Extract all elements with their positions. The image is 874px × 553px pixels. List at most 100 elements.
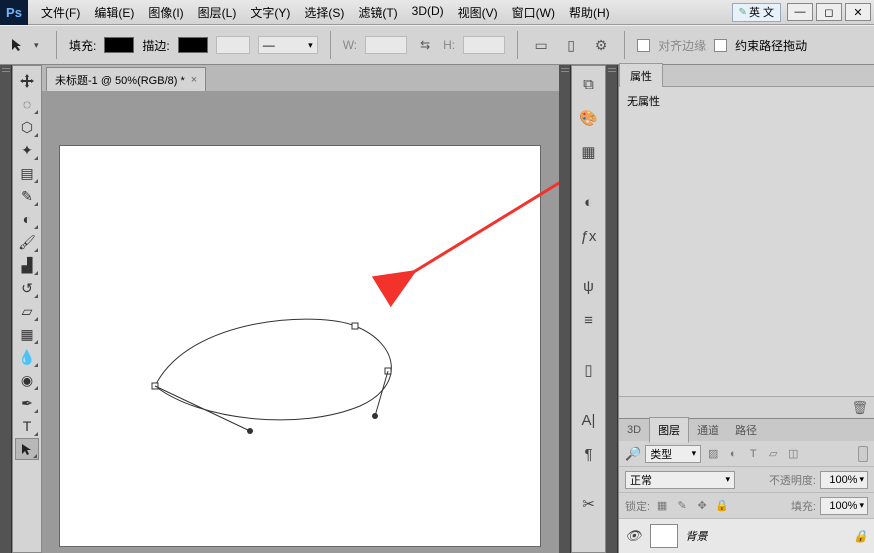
link-dimensions-icon[interactable]: ⇆ — [415, 35, 435, 55]
filter-type-icon[interactable]: T — [745, 446, 761, 462]
pen-tool[interactable]: ✒ — [15, 392, 39, 414]
adjustments-panel-icon[interactable]: ◐ — [575, 188, 603, 216]
brush-tool[interactable]: 🖌 — [15, 231, 39, 253]
close-button[interactable]: ✕ — [845, 3, 871, 21]
menu-view[interactable]: 视图(V) — [451, 0, 505, 25]
brushes-panel-icon[interactable]: ψ — [575, 272, 603, 300]
title-bar: Ps 文件(F) 编辑(E) 图像(I) 图层(L) 文字(Y) 选择(S) 滤… — [0, 0, 874, 25]
fill-label: 填充: — [69, 37, 96, 54]
fill-swatch[interactable] — [104, 37, 134, 53]
stroke-style-field[interactable]: —▾ — [258, 36, 318, 54]
panels-column: 属性 无属性 🗑 3D 图层 通道 路径 🔎 类型▾ ▨ ◐ T ▱ ◫ — [618, 65, 874, 553]
height-label: H: — [443, 38, 455, 52]
properties-panel-body: 无属性 — [619, 87, 874, 396]
marquee-tool[interactable]: ◌ — [15, 93, 39, 115]
layer-row-background[interactable]: 👁 背景 🔒 — [619, 519, 874, 553]
fill-opacity-field[interactable]: 100%▾ — [820, 497, 868, 515]
constrain-path-checkbox[interactable] — [714, 39, 727, 52]
tool-preset-icon[interactable] — [10, 37, 26, 53]
dodge-tool[interactable]: ◉ — [15, 369, 39, 391]
maximize-button[interactable]: ◻ — [816, 3, 842, 21]
stroke-swatch[interactable] — [178, 37, 208, 53]
path-align-icon[interactable]: ▭ — [530, 34, 552, 56]
filter-adjust-icon[interactable]: ◐ — [725, 446, 741, 462]
path-options-icon[interactable]: ⚙ — [590, 34, 612, 56]
menu-image[interactable]: 图像(I) — [141, 0, 190, 25]
canvas-viewport[interactable] — [42, 91, 559, 553]
history-panel-icon[interactable]: ⧉ — [575, 70, 603, 98]
path-selection-tool[interactable] — [15, 438, 39, 460]
3d-tab[interactable]: 3D — [619, 420, 649, 440]
filter-toggle[interactable] — [858, 446, 868, 462]
mid-dock-strip[interactable] — [559, 65, 571, 553]
stroke-width-field[interactable] — [216, 36, 250, 54]
history-brush-tool[interactable]: ↺ — [15, 277, 39, 299]
channels-tab[interactable]: 通道 — [689, 418, 727, 442]
magic-wand-tool[interactable]: ✦ — [15, 139, 39, 161]
properties-panel-footer: 🗑 — [619, 396, 874, 418]
paths-tab[interactable]: 路径 — [727, 418, 765, 442]
stamp-tool[interactable]: ▟ — [15, 254, 39, 276]
layers-tab[interactable]: 图层 — [649, 417, 689, 443]
layer-thumbnail[interactable] — [650, 524, 678, 548]
menu-help[interactable]: 帮助(H) — [562, 0, 617, 25]
menu-type[interactable]: 文字(Y) — [243, 0, 297, 25]
menu-edit[interactable]: 编辑(E) — [87, 0, 141, 25]
brush-presets-panel-icon[interactable]: ≡ — [575, 306, 603, 334]
height-field[interactable] — [463, 36, 505, 54]
blend-mode-select[interactable]: 正常▾ — [625, 471, 735, 489]
swatches-panel-icon[interactable]: ▦ — [575, 138, 603, 166]
blur-tool[interactable]: 💧 — [15, 346, 39, 368]
styles-panel-icon[interactable]: ƒx — [575, 222, 603, 250]
annotation-arrow — [42, 91, 559, 491]
filter-shape-icon[interactable]: ▱ — [765, 446, 781, 462]
visibility-icon[interactable]: 👁 — [625, 528, 642, 544]
filter-smart-icon[interactable]: ◫ — [785, 446, 801, 462]
eraser-tool[interactable]: ▱ — [15, 300, 39, 322]
menu-window[interactable]: 窗口(W) — [505, 0, 562, 25]
lock-transparency-icon[interactable]: ▦ — [654, 498, 670, 514]
filter-kind-select[interactable]: 类型▾ — [645, 445, 701, 463]
gradient-tool[interactable]: ▦ — [15, 323, 39, 345]
app-logo: Ps — [0, 0, 28, 25]
path-arrange-icon[interactable]: ▯ — [560, 34, 582, 56]
lock-label: 锁定: — [625, 498, 650, 514]
language-button[interactable]: 英 文 — [732, 3, 781, 22]
properties-content: 无属性 — [627, 96, 660, 108]
trash-icon[interactable]: 🗑 — [851, 400, 868, 416]
lock-pixels-icon[interactable]: ✎ — [674, 498, 690, 514]
type-tool[interactable]: T — [15, 415, 39, 437]
left-dock-strip[interactable] — [0, 65, 12, 553]
menu-select[interactable]: 选择(S) — [297, 0, 351, 25]
layer-lock-icon: 🔒 — [853, 529, 868, 543]
filter-pixel-icon[interactable]: ▨ — [705, 446, 721, 462]
move-tool[interactable] — [15, 70, 39, 92]
document-tab[interactable]: 未标题-1 @ 50%(RGB/8) * × — [46, 67, 206, 91]
width-field[interactable] — [365, 36, 407, 54]
info-panel-icon[interactable]: ▯ — [575, 356, 603, 384]
properties-tab[interactable]: 属性 — [619, 63, 663, 89]
paragraph-panel-icon[interactable]: ¶ — [575, 440, 603, 468]
color-panel-icon[interactable]: 🎨 — [575, 104, 603, 132]
lock-all-icon[interactable]: 🔒 — [714, 498, 730, 514]
tool-presets-panel-icon[interactable]: ✂ — [575, 490, 603, 518]
eyedropper-tool[interactable]: ✎ — [15, 185, 39, 207]
align-edges-checkbox[interactable] — [637, 39, 650, 52]
minimize-button[interactable]: — — [787, 3, 813, 21]
document-tab-close-icon[interactable]: × — [191, 74, 197, 86]
properties-panel-tabs: 属性 — [619, 65, 874, 87]
crop-tool[interactable]: ▤ — [15, 162, 39, 184]
lasso-tool[interactable]: ⬡ — [15, 116, 39, 138]
tool-preset-chevron-icon[interactable]: ▾ — [34, 40, 44, 51]
menu-layer[interactable]: 图层(L) — [191, 0, 244, 25]
menu-file[interactable]: 文件(F) — [34, 0, 87, 25]
lock-position-icon[interactable]: ✥ — [694, 498, 710, 514]
opacity-field[interactable]: 100%▾ — [820, 471, 868, 489]
right-dock-strip[interactable] — [606, 65, 618, 553]
document-area: 未标题-1 @ 50%(RGB/8) * × — [42, 65, 559, 553]
character-panel-icon[interactable]: A| — [575, 406, 603, 434]
filter-search-icon[interactable]: 🔎 — [625, 446, 641, 462]
healing-brush-tool[interactable]: ◐ — [15, 208, 39, 230]
menu-filter[interactable]: 滤镜(T) — [351, 0, 404, 25]
menu-3d[interactable]: 3D(D) — [405, 0, 451, 25]
